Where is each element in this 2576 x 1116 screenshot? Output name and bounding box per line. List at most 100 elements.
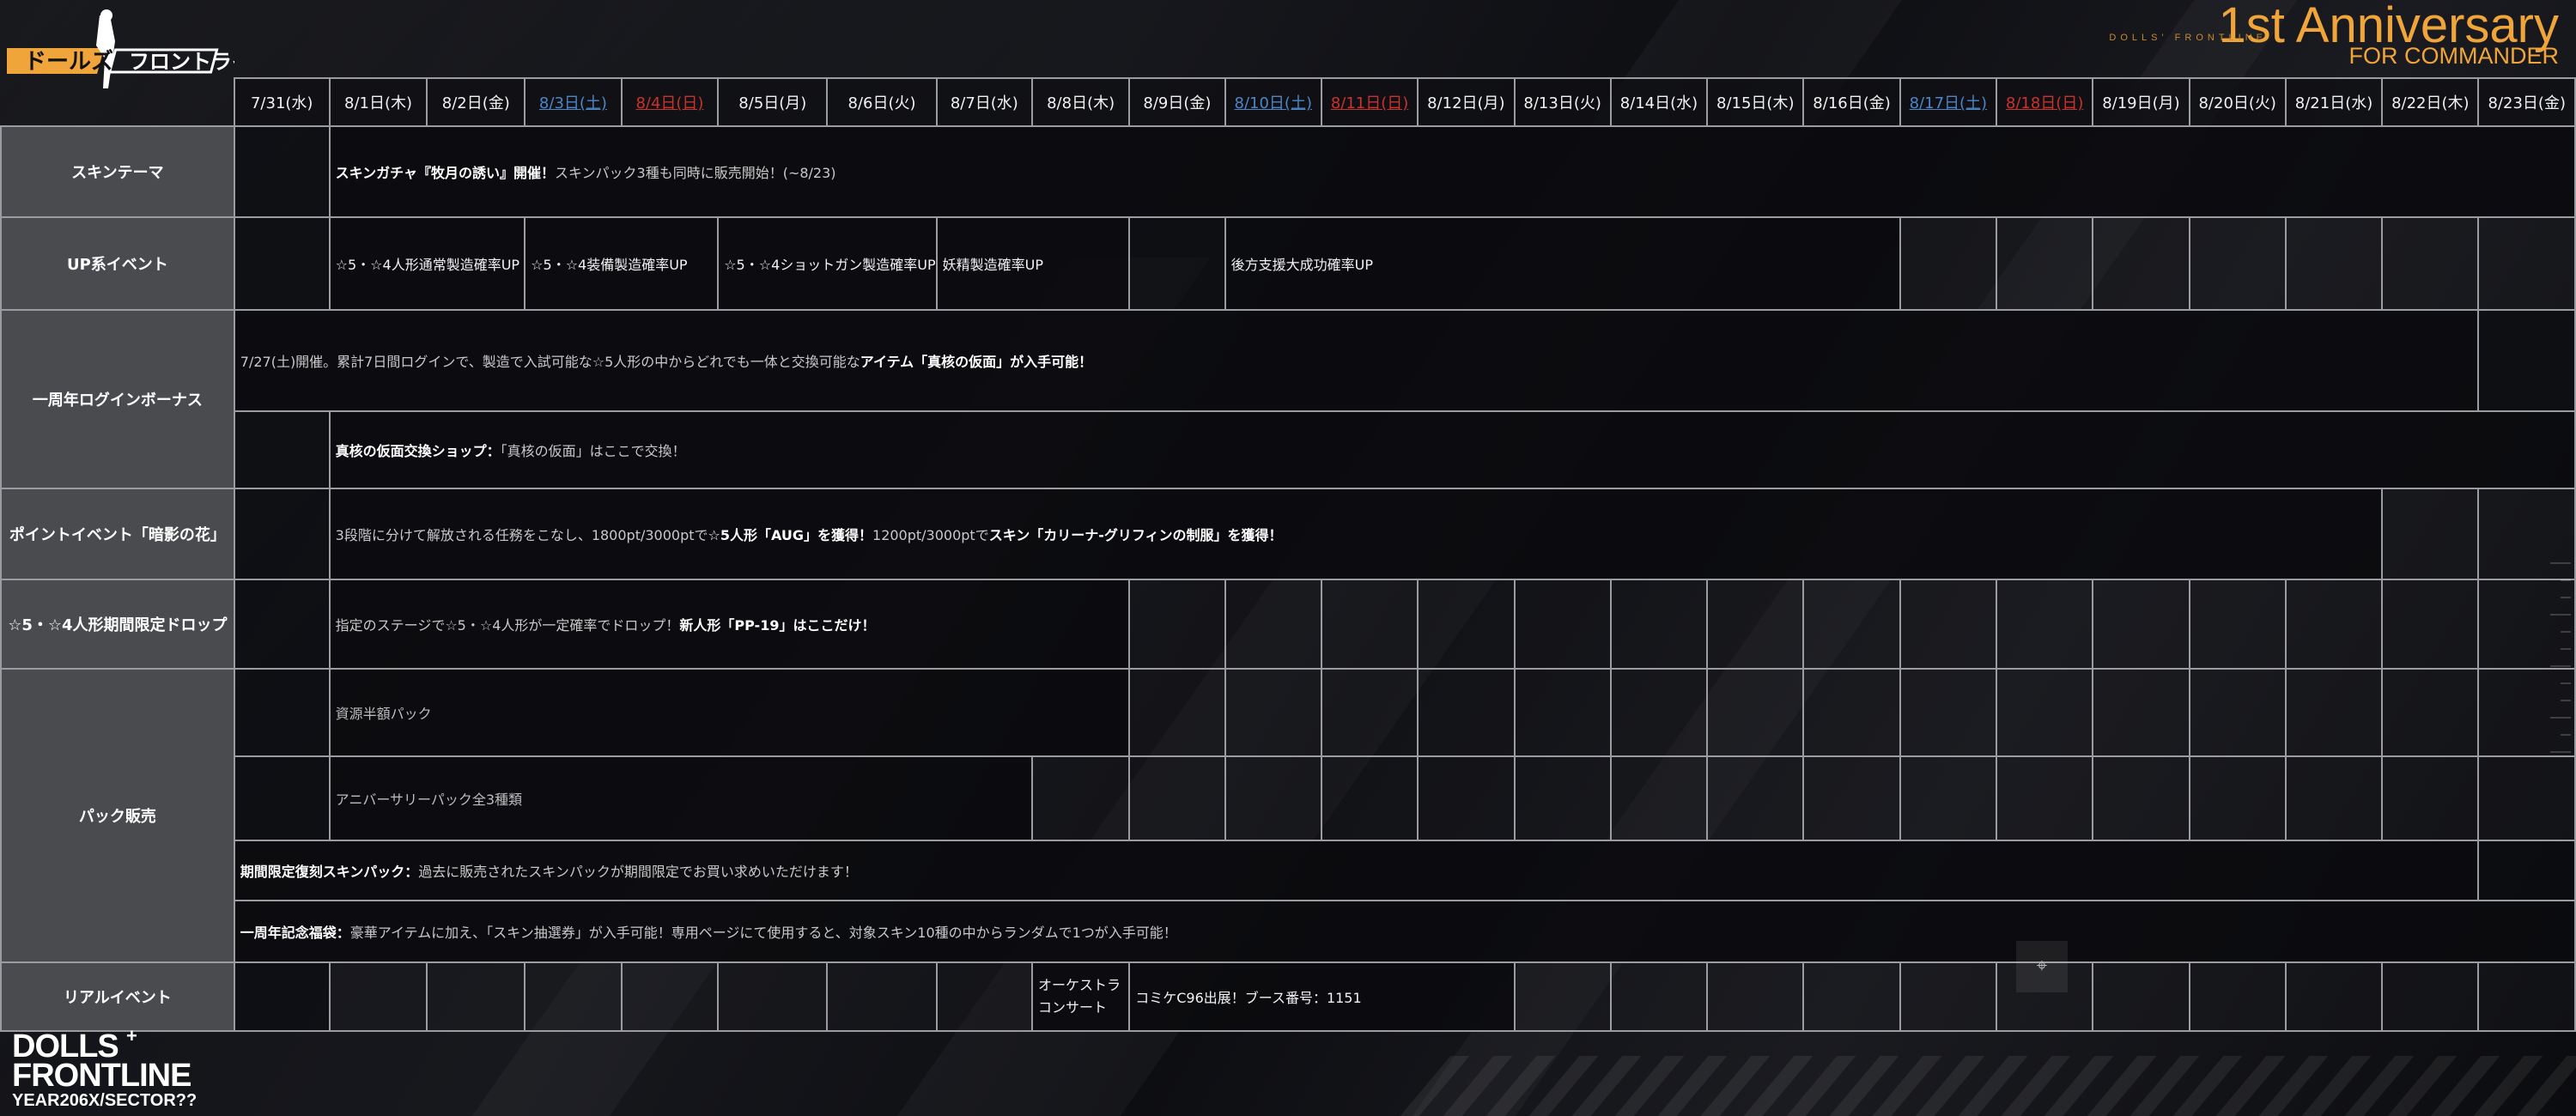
event-limited-drop: 指定のステージで☆5・☆4人形が一定確率でドロップ！新人形「PP-19」はここだ… [328,579,1131,670]
empty-cell [935,961,1034,1032]
empty-cell [2381,755,2480,841]
event-skin-gacha-rest: スキンパック3種も同時に販売開始！(~8/23) [555,165,836,181]
empty-cell [2092,961,2190,1032]
pack-resource-half: 資源半額パック [328,668,1131,757]
row-label-limited-drop: ☆5・☆4人形期間限定ドロップ [0,579,235,670]
empty-cell [328,961,428,1032]
point-event-bold-1: ☆5人形「AUG」を獲得！ [708,527,873,543]
empty-cell [2381,488,2480,580]
empty-cell [2092,216,2190,311]
logo-jp-text-right: フロントライン [129,50,234,74]
table-corner [1,78,235,127]
empty-cell [233,668,331,757]
date-header: 8/23日(金) [2477,77,2576,127]
empty-cell [1995,755,2094,841]
logo-line-2: FRONTLINE [12,1058,191,1094]
empty-cell [2284,216,2384,311]
date-header: 8/1日(木) [328,77,428,127]
anniversary-title-block: DOLLS' FRONTLINE 1st Anniversary FOR COM… [2109,0,2559,68]
event-login-bonus-rest: 7/27(土)開催。累計7日間ログインで、製造で入試可能な☆5人形の中からどれで… [240,354,860,370]
date-header: 8/8日(木) [1031,77,1131,127]
empty-cell [2381,216,2480,311]
decorative-crosshair-icon: ⌖ [2016,941,2068,992]
logo-line-3: YEAR206X/SECTOR?? [12,1091,197,1110]
empty-cell [524,961,623,1032]
row-limited-drop: ☆5・☆4人形期間限定ドロップ 指定のステージで☆5・☆4人形が一定確率でドロッ… [0,579,2576,670]
logo-jp-text-left: ドールズ [24,48,113,75]
empty-cell [1899,755,1997,841]
empty-cell [1513,755,1612,841]
empty-cell [2477,961,2576,1032]
empty-cell [1899,961,1997,1032]
empty-cell [717,961,829,1032]
event-login-bonus: 7/27(土)開催。累計7日間ログインで、製造で入試可能な☆5人形の中からどれで… [233,309,2480,412]
decorative-ruler [2550,562,2571,760]
empty-cell [2477,755,2576,841]
empty-cell [1802,668,1901,757]
empty-cell [826,961,938,1032]
event-mask-shop-rest: 「真核の仮面」はここで交換！ [500,443,686,459]
empty-cell [2477,840,2576,901]
date-header: 8/6日(火) [826,77,938,127]
date-header-sunday: 8/11日(日) [1320,77,1419,127]
empty-cell [233,216,331,311]
empty-cell [2477,309,2576,412]
row-login-bonus-1: 一周年ログインボーナス 7/27(土)開催。累計7日間ログインで、製造で入試可能… [0,309,2576,489]
row-point-event: ポイントイベント「暗影の花」 3段階に分けて解放される任務をこなし、1800pt… [0,488,2576,580]
date-header-row: 7/31(水) 8/1日(木) 8/2日(金) 8/3日(土) 8/4日(日) … [1,77,2576,127]
empty-cell [1513,961,1612,1032]
empty-cell [233,125,331,218]
event-point-shadow-flower: 3段階に分けて解放される任務をこなし、1800pt/3000ptで☆5人形「AU… [328,488,2384,580]
empty-cell [2284,961,2384,1032]
brand-small-text: DOLLS' FRONTLINE [2109,33,2267,43]
empty-cell [1320,579,1419,670]
date-header: 8/12日(月) [1417,77,1516,127]
row-label-real-event: リアルイベント [0,961,235,1032]
pack-reprint-bold: 期間限定復刻スキンパック： [240,864,419,880]
empty-cell [426,961,526,1032]
event-shotgun-rate-up: ☆5・☆4ショットガン製造確率UP [717,216,938,311]
empty-cell [2188,961,2287,1032]
date-header-saturday: 8/17日(土) [1899,77,1997,127]
row-label-up-events: UP系イベント [0,216,235,311]
row-label-pack-sales: パック販売 [0,668,235,963]
empty-cell [2092,668,2190,757]
game-logo-en: + DOLLS FRONTLINE YEAR206X/SECTOR?? [12,1025,197,1111]
pack-limited-reprint-skin: 期間限定復刻スキンパック：過去に販売されたスキンパックが期間限定でお買い求めいた… [233,840,2480,901]
date-header: 8/21日(水) [2284,77,2384,127]
row-pack-sales-3: 期間限定復刻スキンパック：過去に販売されたスキンパックが期間限定でお買い求めいた… [1,840,2576,901]
empty-cell [1031,755,1131,841]
date-header: 7/31(水) [233,77,331,127]
empty-cell [1899,579,1997,670]
empty-cell [233,488,331,580]
empty-cell [1224,755,1322,841]
empty-cell [1128,755,1226,841]
date-header: 8/9日(金) [1128,77,1226,127]
event-login-bonus-bold: アイテム「真核の仮面」が入手可能！ [860,354,1093,370]
empty-cell [1224,668,1322,757]
empty-cell [233,410,331,489]
row-label-point-event: ポイントイベント「暗影の花」 [0,488,235,580]
pack-luckybag-bold: 一周年記念福袋： [240,925,350,941]
empty-cell [1609,961,1709,1032]
empty-cell [2381,668,2480,757]
date-header: 8/16日(金) [1802,77,1901,127]
empty-cell [1609,668,1709,757]
row-skin-theme: スキンテーマ スキンガチャ『牧月の誘い』開催！スキンパック3種も同時に販売開始！… [0,125,2576,218]
empty-cell [2477,216,2576,311]
event-logistics-rate-up: 後方支援大成功確率UP [1224,216,1901,311]
event-comiket-c96: コミケC96出展！ブース番号：1151 [1128,961,1516,1032]
footer-stripes [1374,1056,2576,1116]
row-pack-sales-1: パック販売 資源半額パック [0,668,2576,963]
event-fairy-rate-up: 妖精製造確率UP [935,216,1131,311]
empty-cell [1995,579,2094,670]
date-header: 8/7日(水) [935,77,1034,127]
empty-cell [1609,755,1709,841]
empty-cell [2092,579,2190,670]
empty-cell [1513,579,1612,670]
event-skin-gacha-bold: スキンガチャ『牧月の誘い』開催！ [335,165,556,181]
row-label-login-bonus: 一周年ログインボーナス [0,309,235,489]
empty-cell [1128,668,1226,757]
empty-cell [1128,579,1226,670]
date-header: 8/14日(水) [1609,77,1709,127]
